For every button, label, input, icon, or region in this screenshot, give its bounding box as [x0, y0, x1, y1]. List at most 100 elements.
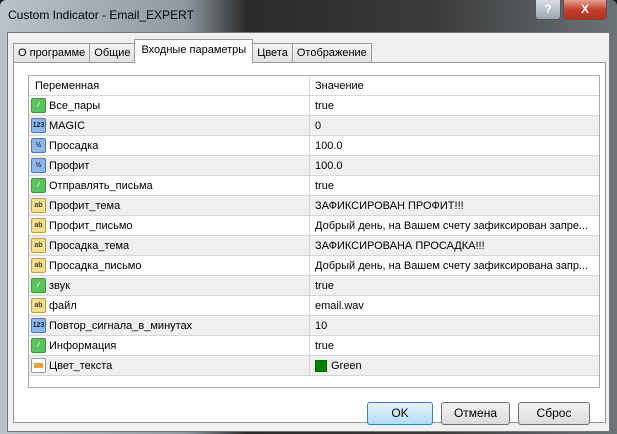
string-icon: ab — [31, 238, 46, 253]
param-value: 100.0 — [315, 139, 343, 152]
help-button[interactable]: ? — [535, 0, 561, 20]
param-name-cell: ⁄ звук — [29, 276, 310, 295]
ok-button[interactable]: OK — [367, 402, 433, 425]
param-name: Профит_тема — [49, 199, 121, 212]
param-name-cell: 123 MAGIC — [29, 116, 310, 135]
tab-panel: Переменная Значение ⁄ Все_пары true 123 MAGI… — [13, 62, 606, 423]
param-value-cell[interactable]: 0 — [310, 116, 599, 135]
table-row[interactable]: ab Просадка_письмо Добрый день, на Вашем с… — [29, 256, 599, 276]
color-icon — [31, 358, 46, 373]
param-name: Просадка — [49, 139, 99, 152]
param-value: true — [315, 179, 334, 192]
boolean-icon: ⁄ — [31, 338, 46, 353]
tab-1[interactable]: Общие — [89, 43, 136, 63]
param-name-cell: ½ Профит — [29, 156, 310, 175]
param-value: 10 — [315, 319, 328, 332]
boolean-icon: ⁄ — [31, 278, 46, 293]
dialog-window: Custom Indicator - Email_EXPERT ? X О пр… — [0, 0, 617, 434]
string-icon: ab — [31, 218, 46, 233]
param-name: Профит_письмо — [49, 219, 133, 232]
param-value: Добрый день, на Вашем счету зафиксирован… — [315, 259, 589, 272]
tab-3[interactable]: Цвета — [252, 43, 293, 63]
table-header: Переменная Значение — [29, 76, 599, 96]
table-row[interactable]: ⁄ Все_пары true — [29, 96, 599, 116]
table-row[interactable]: ab Профит_письмо Добрый день, на Вашем сче… — [29, 216, 599, 236]
parameters-table[interactable]: Переменная Значение ⁄ Все_пары true 123 MAGI… — [28, 75, 600, 388]
table-row[interactable]: ab Просадка_тема ЗАФИКСИРОВАНА ПРОСАДКА!!! — [29, 236, 599, 256]
integer-icon: 123 — [31, 118, 46, 133]
table-row[interactable]: ab файл email.wav — [29, 296, 599, 316]
param-name-cell: Цвет_текста — [29, 356, 310, 375]
table-row[interactable]: ab Профит_тема ЗАФИКСИРОВАН ПРОФИТ!!! — [29, 196, 599, 216]
color-swatch — [315, 359, 327, 372]
tab-0[interactable]: О программе — [13, 43, 91, 63]
param-name-cell: 123 Повтор_сигнала_в_минутах — [29, 316, 310, 335]
double-icon: ½ — [31, 158, 46, 173]
param-name-cell: ⁄ Все_пары — [29, 96, 310, 115]
param-name: MAGIC — [49, 119, 86, 132]
close-button[interactable]: X — [563, 0, 607, 20]
param-value: Green — [331, 359, 362, 372]
param-name-cell: ab Просадка_письмо — [29, 256, 310, 275]
param-name-cell: ⁄ Информация — [29, 336, 310, 355]
param-name: Информация — [49, 339, 117, 352]
tab-2[interactable]: Входные параметры — [134, 39, 254, 63]
param-value-cell[interactable]: ЗАФИКСИРОВАНА ПРОСАДКА!!! — [310, 236, 599, 255]
param-name-cell: ab файл — [29, 296, 310, 315]
param-value: true — [315, 339, 334, 352]
reset-button[interactable]: Сброс — [518, 402, 590, 425]
param-value-cell[interactable]: Добрый день, на Вашем счету зафиксирован… — [310, 256, 599, 275]
table-row[interactable]: ⁄ Отправлять_письма true — [29, 176, 599, 196]
param-value-cell[interactable]: true — [310, 96, 599, 115]
param-name-cell: ab Просадка_тема — [29, 236, 310, 255]
param-name-cell: ½ Просадка — [29, 136, 310, 155]
param-value: Добрый день, на Вашем счету зафиксирован… — [315, 219, 589, 232]
param-value: 100.0 — [315, 159, 343, 172]
boolean-icon: ⁄ — [31, 98, 46, 113]
param-name: Все_пары — [49, 99, 101, 112]
param-value: true — [315, 99, 334, 112]
table-row[interactable]: ⁄ звук true — [29, 276, 599, 296]
param-name: Профит — [49, 159, 90, 172]
param-name: Просадка_письмо — [49, 259, 142, 272]
param-value: 0 — [315, 119, 322, 132]
table-row[interactable]: ⁄ Информация true — [29, 336, 599, 356]
param-value-cell[interactable]: true — [310, 176, 599, 195]
param-value-cell[interactable]: Green — [310, 356, 599, 375]
param-value-cell[interactable]: 100.0 — [310, 136, 599, 155]
param-value: true — [315, 279, 334, 292]
integer-icon: 123 — [31, 318, 46, 333]
table-row[interactable]: ½ Просадка 100.0 — [29, 136, 599, 156]
param-value: ЗАФИКСИРОВАН ПРОФИТ!!! — [315, 199, 464, 212]
dialog-client: О программе Общие Входные параметры Цвета От… — [7, 32, 610, 432]
boolean-icon: ⁄ — [31, 178, 46, 193]
table-row[interactable]: ½ Профит 100.0 — [29, 156, 599, 176]
param-name: Просадка_тема — [49, 239, 130, 252]
tab-bar: О программе Общие Входные параметры Цвета От… — [13, 39, 372, 63]
param-value: ЗАФИКСИРОВАНА ПРОСАДКА!!! — [315, 239, 485, 252]
cancel-button[interactable]: Отмена — [441, 402, 510, 425]
param-value-cell[interactable]: Добрый день, на Вашем счету зафиксирован… — [310, 216, 599, 235]
param-name-cell: ⁄ Отправлять_письма — [29, 176, 310, 195]
column-header-variable[interactable]: Переменная — [29, 76, 310, 95]
param-value-cell[interactable]: 10 — [310, 316, 599, 335]
param-value-cell[interactable]: 100.0 — [310, 156, 599, 175]
table-row[interactable]: Цвет_текста Green — [29, 356, 599, 376]
tab-4[interactable]: Отображение — [291, 43, 372, 63]
param-name: Цвет_текста — [49, 359, 113, 372]
param-name: Повтор_сигнала_в_минутах — [49, 319, 193, 332]
param-value-cell[interactable]: true — [310, 336, 599, 355]
param-name: Отправлять_письма — [49, 179, 153, 192]
param-value-cell[interactable]: email.wav — [310, 296, 599, 315]
table-row[interactable]: 123 Повтор_сигнала_в_минутах 10 — [29, 316, 599, 336]
param-name-cell: ab Профит_письмо — [29, 216, 310, 235]
table-row[interactable]: 123 MAGIC 0 — [29, 116, 599, 136]
window-title: Custom Indicator - Email_EXPERT — [8, 8, 194, 22]
param-name-cell: ab Профит_тема — [29, 196, 310, 215]
double-icon: ½ — [31, 138, 46, 153]
param-value-cell[interactable]: true — [310, 276, 599, 295]
column-header-value[interactable]: Значение — [310, 76, 599, 95]
param-value-cell[interactable]: ЗАФИКСИРОВАН ПРОФИТ!!! — [310, 196, 599, 215]
param-name: звук — [49, 279, 70, 292]
string-icon: ab — [31, 198, 46, 213]
